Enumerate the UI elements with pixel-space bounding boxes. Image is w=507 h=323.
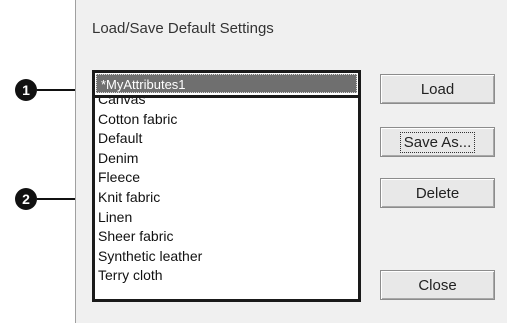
list-item[interactable]: Fleece (98, 168, 356, 188)
load-save-dialog: Load/Save Default Settings *MyAttributes… (75, 0, 507, 323)
save-as-button[interactable]: Save As... (380, 127, 495, 157)
list-item[interactable]: Terry cloth (98, 266, 356, 286)
close-button-label: Close (418, 276, 457, 294)
callout-marker-1: 1 (15, 79, 37, 101)
close-button[interactable]: Close (380, 270, 495, 300)
list-item[interactable]: Default (98, 129, 356, 149)
callout-number-2: 2 (22, 191, 30, 207)
save-as-button-label: Save As... (399, 131, 476, 153)
load-button[interactable]: Load (380, 74, 495, 104)
dialog-title: Load/Save Default Settings (92, 20, 274, 37)
callout-number-1: 1 (22, 82, 30, 98)
list-item[interactable]: Canvas (98, 98, 356, 110)
load-button-label: Load (420, 80, 455, 98)
list-item[interactable]: Sheer fabric (98, 227, 356, 247)
list-item[interactable]: Knit fabric (98, 188, 356, 208)
list-item[interactable]: Synthetic leather (98, 247, 356, 267)
list-item[interactable]: Linen (98, 208, 356, 228)
delete-button-label: Delete (415, 184, 460, 202)
settings-name-field[interactable]: *MyAttributes1 (96, 74, 357, 93)
callout-marker-2: 2 (15, 188, 37, 210)
delete-button[interactable]: Delete (380, 178, 495, 208)
list-item[interactable]: Cotton fabric (98, 110, 356, 130)
list-item[interactable]: Denim (98, 149, 356, 169)
settings-list[interactable]: Canvas Cotton fabric Default Denim Fleec… (98, 98, 356, 298)
